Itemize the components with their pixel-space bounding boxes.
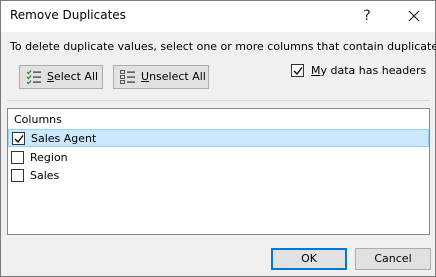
column-checkbox[interactable]	[11, 151, 24, 164]
my-data-has-headers-checkbox[interactable]	[291, 64, 304, 77]
select-all-button[interactable]: Select All	[19, 65, 103, 89]
help-button[interactable]: ?	[356, 3, 378, 29]
divider	[7, 100, 430, 101]
ok-button[interactable]: OK	[271, 248, 347, 270]
close-button[interactable]	[397, 3, 431, 29]
select-all-label: Select All	[47, 70, 99, 83]
columns-listbox[interactable]: Columns Sales Agent Region Sales	[7, 108, 430, 235]
column-checkbox[interactable]	[11, 169, 24, 182]
close-icon	[408, 10, 420, 22]
unselect-all-label: Unselect All	[141, 70, 206, 83]
column-label: Sales Agent	[31, 132, 97, 145]
select-all-icon	[26, 70, 41, 84]
unselect-all-button[interactable]: Unselect All	[113, 65, 209, 89]
column-item-sales[interactable]: Sales	[8, 167, 429, 185]
title-bar[interactable]: Remove Duplicates ?	[1, 1, 435, 32]
column-item-sales-agent[interactable]: Sales Agent	[8, 129, 429, 147]
columns-header: Columns	[14, 113, 62, 126]
column-label: Region	[30, 151, 68, 164]
unselect-all-icon	[120, 70, 135, 84]
cancel-button[interactable]: Cancel	[355, 248, 431, 270]
column-item-region[interactable]: Region	[8, 149, 429, 167]
column-checkbox[interactable]	[12, 132, 25, 145]
my-data-has-headers-label[interactable]: My data has headers	[311, 64, 426, 77]
instruction-text: To delete duplicate values, select one o…	[10, 40, 436, 53]
checkmark-icon	[293, 67, 303, 76]
dialog-title: Remove Duplicates	[10, 8, 126, 22]
remove-duplicates-dialog: Remove Duplicates ? To delete duplicate …	[0, 0, 436, 277]
column-label: Sales	[30, 169, 60, 182]
checkmark-icon	[14, 135, 24, 144]
